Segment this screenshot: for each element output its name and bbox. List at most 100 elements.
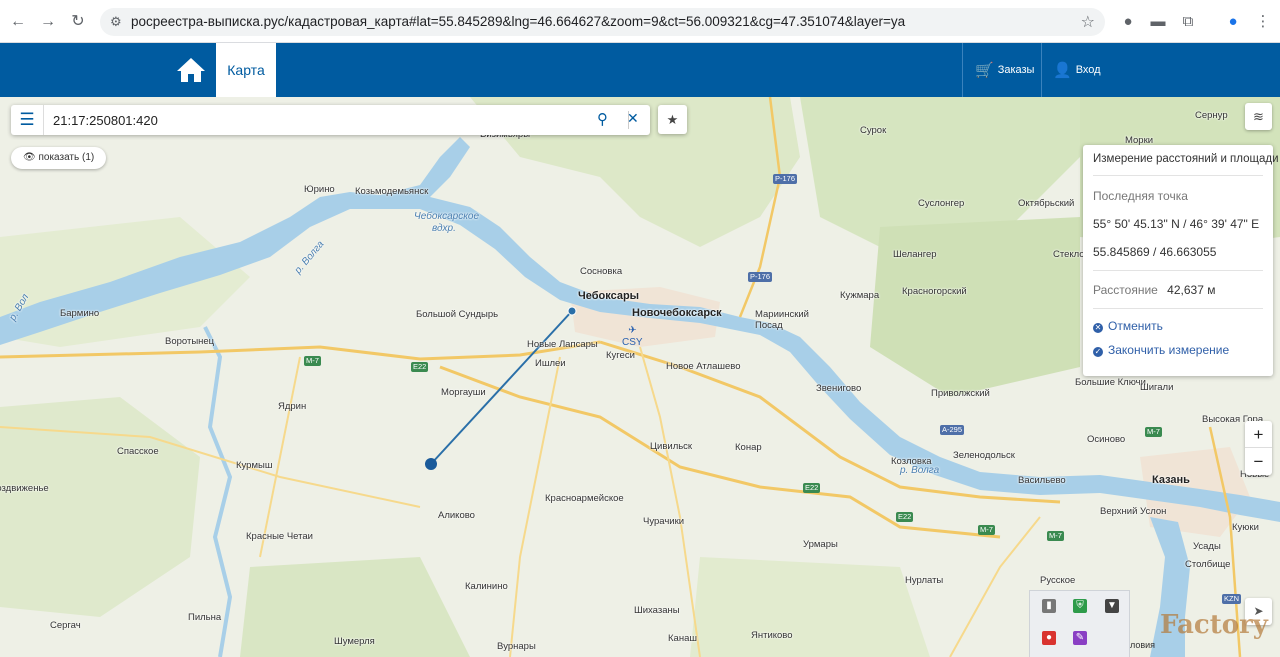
road-badge: E22 (896, 512, 914, 522)
finish-label: Закончить измерение (1108, 343, 1230, 357)
record-icon[interactable]: ● (1042, 631, 1056, 645)
divider (1093, 270, 1263, 271)
road-badge: М-7 (304, 356, 321, 366)
cancel-measure-button[interactable]: ✕ Отменить (1093, 319, 1163, 333)
home-icon[interactable] (176, 56, 206, 84)
orders-label: Заказы (997, 64, 1035, 76)
place-label: Звенигово (816, 383, 862, 394)
last-point-label: Последняя точка (1093, 189, 1188, 203)
airplane-icon: ✈ (628, 325, 637, 336)
place-label: Канаш (668, 633, 697, 644)
coords-dms: 55° 50' 45.13" N / 46° 39' 47" E (1093, 217, 1260, 231)
place-label: Сурок (860, 125, 887, 136)
extension-icon[interactable]: ● (1117, 11, 1139, 33)
place-label: Бармино (60, 308, 100, 319)
show-results-button[interactable]: 👁 показать (1) (11, 147, 107, 169)
search-icon[interactable]: ⚲ (597, 110, 608, 128)
zoom-out-button[interactable]: − (1245, 448, 1272, 475)
place-label: Верхний Услон (1100, 506, 1167, 517)
forest-area (690, 557, 930, 657)
layers-button[interactable]: ≋ (1245, 103, 1272, 130)
tab-map[interactable]: Карта (216, 43, 276, 97)
map-terms-text[interactable]: ловия (1130, 640, 1155, 650)
profile-icon[interactable]: ● (1222, 11, 1244, 33)
orders-button[interactable]: 🛒 Заказы (975, 58, 1034, 82)
measure-panel: Измерение расстояний и площади Последняя… (1083, 145, 1279, 376)
back-icon[interactable]: ← (5, 9, 31, 35)
distance-value: 42,637 м (1167, 283, 1216, 297)
place-label: Усады (1193, 541, 1221, 552)
place-label: Осиново (1087, 434, 1126, 445)
star-icon: ★ (666, 112, 679, 127)
clear-icon[interactable]: ✕ (627, 110, 639, 127)
divider (1093, 175, 1263, 176)
place-label: Мариинский (755, 309, 809, 320)
app-tray-icon[interactable]: ▼ (1105, 599, 1119, 613)
divider (1093, 308, 1263, 309)
place-label: Шихазаны (634, 605, 680, 616)
cadastral-search-input[interactable] (53, 109, 593, 131)
place-label: Зеленодольск (953, 450, 1015, 461)
usb-icon[interactable]: ▮ (1042, 599, 1056, 613)
bookmark-star-icon[interactable]: ☆ (1081, 12, 1095, 32)
measure-panel-title: Измерение расстояний и площади (1093, 153, 1279, 165)
login-label: Вход (1075, 64, 1101, 76)
coords-decimal: 55.845869 / 46.663055 (1093, 245, 1217, 259)
header-divider (962, 43, 963, 97)
sura-river (203, 326, 233, 657)
place-label: Конар (735, 442, 762, 453)
check-circle-icon: ✓ (1093, 347, 1103, 357)
puzzle-icon[interactable]: ⧉ (1177, 11, 1199, 33)
place-label: Пильна (188, 612, 222, 623)
place-label: Кужмара (840, 290, 880, 301)
place-label: Чебоксары (578, 290, 640, 302)
place-label: Октябрьский (1018, 198, 1075, 209)
place-label: Моргауши (441, 387, 486, 398)
forward-icon[interactable]: → (35, 9, 61, 35)
menu-dots-icon[interactable]: ⋮ (1252, 11, 1274, 33)
site-info-icon[interactable]: ⚙ (110, 14, 122, 30)
road-badge: М-7 (1047, 531, 1064, 541)
extension-icon[interactable]: ▬ (1147, 11, 1169, 33)
place-label: Чебоксарское (414, 211, 480, 222)
place-label: Ядрин (278, 401, 307, 412)
place-label: Суслонгер (918, 198, 965, 209)
measure-end-point (425, 458, 437, 470)
system-tray-popup: ▮ ⛨ ▼ ● ✎ (1029, 590, 1130, 657)
place-label: Нурлаты (905, 575, 944, 586)
distance-label: Расстояние (1093, 283, 1158, 297)
finish-measure-button[interactable]: ✓ Закончить измерение (1093, 343, 1229, 357)
place-label: Юрино (304, 184, 335, 195)
place-label: Цивильск (650, 441, 693, 452)
pen-icon[interactable]: ✎ (1073, 631, 1087, 645)
place-label: Шигали (1140, 382, 1174, 393)
place-label: Чурачики (643, 516, 685, 527)
place-label: Вурнары (497, 641, 536, 652)
place-label: Большой Сундырь (416, 309, 499, 320)
place-label: Сергач (50, 620, 81, 631)
user-icon: 👤 (1053, 62, 1072, 79)
place-label: Казань (1152, 474, 1190, 486)
place-label: Воротынец (165, 336, 215, 347)
road-badge: E22 (411, 362, 429, 372)
url-text[interactable]: росреестра-выписка.рус/кадастровая_карта… (131, 14, 905, 29)
security-shield-icon[interactable]: ⛨ (1073, 599, 1087, 613)
road-badge: М-7 (978, 525, 995, 535)
menu-icon[interactable]: ☰ (11, 105, 44, 135)
place-label: Сернур (1195, 110, 1228, 121)
reload-icon[interactable]: ↻ (65, 9, 91, 35)
zoom-control: + − (1245, 421, 1272, 475)
browser-toolbar: ← → ↻ ⚙ росреестра-выписка.рус/кадастров… (0, 0, 1280, 43)
favorite-button[interactable]: ★ (658, 105, 687, 134)
zoom-in-button[interactable]: + (1245, 421, 1272, 448)
login-button[interactable]: 👤 Вход (1053, 58, 1101, 82)
distance-row: Расстояние 42,637 м (1093, 283, 1215, 297)
road-badge: М-7 (1145, 427, 1162, 437)
place-label: Столбище (1185, 559, 1231, 570)
address-bar[interactable]: ⚙ росреестра-выписка.рус/кадастровая_кар… (100, 8, 1105, 36)
measure-start-point (567, 306, 577, 316)
place-label: Калинино (465, 581, 508, 592)
place-label: р. Волга (900, 465, 940, 476)
place-label: вдхр. (432, 223, 456, 234)
airport-code: CSY (622, 337, 643, 348)
